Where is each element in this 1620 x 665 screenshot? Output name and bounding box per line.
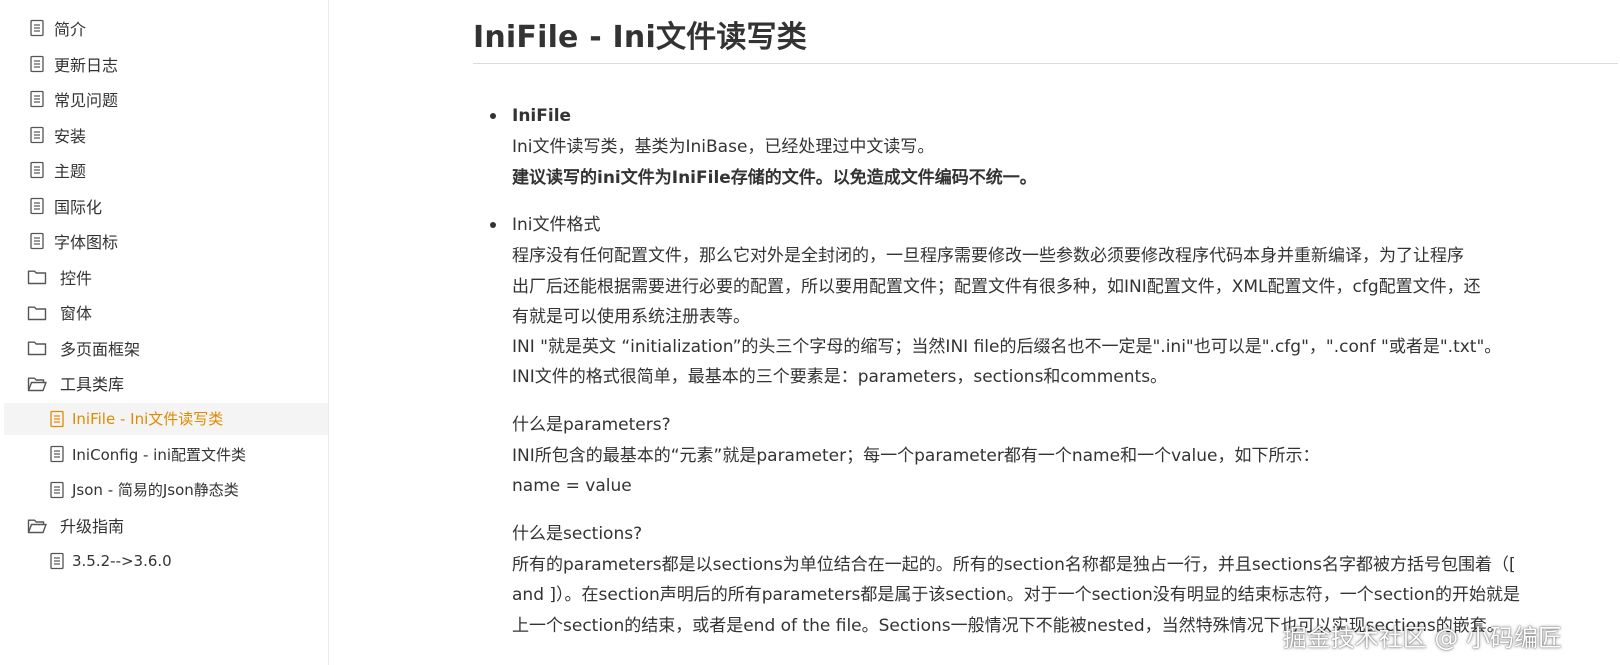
sidebar-item[interactable]: 字体图标 xyxy=(4,225,328,257)
watermark: 掘金技术社区 @ 小码编匠 xyxy=(1282,624,1562,652)
sidebar-item[interactable]: 窗体 xyxy=(4,296,328,328)
folder-icon xyxy=(26,301,48,323)
title-divider xyxy=(473,63,1618,64)
document-icon xyxy=(26,88,48,110)
subheading-parameters: 什么是parameters? xyxy=(512,415,671,435)
sidebar-item-label: IniFile - Ini文件读写类 xyxy=(72,410,224,428)
sidebar-item-label: 3.5.2-->3.6.0 xyxy=(72,551,172,570)
document-icon xyxy=(26,53,48,75)
paragraph-line: 程序没有任何配置文件，那么它对外是全封闭的，一旦程序需要修改一些参数必须要修改程… xyxy=(512,246,1464,266)
paragraph-line: Ini文件读写类，基类为IniBase，已经处理过中文读写。 xyxy=(512,137,935,157)
subheading-sections: 什么是sections? xyxy=(512,524,643,544)
document-icon xyxy=(46,443,68,465)
paragraph-line: and ]）。在section声明后的所有parameters都是属于该sect… xyxy=(512,585,1521,605)
main-content: IniFile - Ini文件读写类 IniFile Ini文件读写类，基类为I… xyxy=(473,0,1620,665)
code-example: name = value xyxy=(512,476,632,496)
document-icon xyxy=(46,408,68,430)
sidebar-item[interactable]: 多页面框架 xyxy=(4,332,328,364)
paragraph-line: 出厂后还能根据需要进行必要的配置，所以要用配置文件；配置文件有很多种，如INI配… xyxy=(512,277,1481,297)
section-heading-inifile: IniFile xyxy=(512,106,572,126)
paragraph-line: 有就是可以使用系统注册表等。 xyxy=(512,307,750,327)
sidebar-item[interactable]: 安装 xyxy=(4,119,328,151)
document-icon xyxy=(26,230,48,252)
document-icon xyxy=(46,550,68,572)
sidebar-item[interactable]: 3.5.2-->3.6.0 xyxy=(4,545,328,577)
sidebar-item-label: 常见问题 xyxy=(54,91,119,110)
sidebar-item-label: 工具类库 xyxy=(60,375,125,394)
sidebar-item-label: 多页面框架 xyxy=(60,339,141,359)
sidebar-item[interactable]: 升级指南 xyxy=(4,509,328,541)
folder-icon xyxy=(26,337,48,359)
sidebar-item-label: 主题 xyxy=(54,162,87,181)
sidebar-item[interactable]: Json - 简易的Json静态类 xyxy=(4,474,328,506)
sidebar-item[interactable]: 主题 xyxy=(4,154,328,186)
sidebar-item-label: 窗体 xyxy=(60,304,93,323)
paragraph-line: INI所包含的最基本的“元素”就是parameter；每一个parameter都… xyxy=(512,446,1320,466)
document-icon xyxy=(26,159,48,181)
sidebar-item-label: Json - 简易的Json静态类 xyxy=(72,481,239,499)
sidebar-item[interactable]: 更新日志 xyxy=(4,48,328,80)
document-icon xyxy=(26,124,48,146)
sidebar-item-label: 简介 xyxy=(54,20,87,39)
sidebar-item[interactable]: 国际化 xyxy=(4,190,328,222)
sidebar-item[interactable]: IniConfig - ini配置文件类 xyxy=(4,438,328,470)
folder-icon xyxy=(26,266,48,288)
document-icon xyxy=(26,17,48,39)
folder-open-icon xyxy=(26,372,48,394)
paragraph-line: 所有的parameters都是以sections为单位结合在一起的。所有的sec… xyxy=(512,555,1516,575)
document-icon xyxy=(26,195,48,217)
bullet-icon xyxy=(490,222,496,228)
sidebar-item-label: 升级指南 xyxy=(60,517,125,536)
sidebar-item-label: IniConfig - ini配置文件类 xyxy=(72,445,247,464)
paragraph-line: INI "就是英文 “initialization”的头三个字母的缩写；当然IN… xyxy=(512,337,1502,357)
sidebar-item[interactable]: 控件 xyxy=(4,261,328,293)
bullet-icon xyxy=(490,113,496,119)
sidebar-nav: 简介更新日志常见问题安装主题国际化字体图标控件窗体多页面框架工具类库 IniFil… xyxy=(0,0,329,665)
sidebar-item-label: 国际化 xyxy=(54,197,103,217)
section-heading-format: Ini文件格式 xyxy=(512,215,601,235)
sidebar-item-label: 更新日志 xyxy=(54,55,119,75)
paragraph-line-bold: 建议读写的ini文件为IniFile存储的文件。以免造成文件编码不统一。 xyxy=(512,168,1037,188)
sidebar-item[interactable]: 简介 xyxy=(4,12,328,44)
sidebar-item[interactable]: 工具类库 xyxy=(4,367,328,399)
document-icon xyxy=(46,479,68,501)
sidebar-item-label: 安装 xyxy=(54,126,87,146)
folder-open-icon xyxy=(26,514,48,536)
sidebar-item[interactable]: 常见问题 xyxy=(4,83,328,115)
sidebar-item[interactable]: IniFile - Ini文件读写类 xyxy=(4,402,328,435)
sidebar-item-label: 控件 xyxy=(60,268,93,288)
page-title: IniFile - Ini文件读写类 xyxy=(473,20,807,55)
paragraph-line: INI文件的格式很简单，最基本的三个要素是：parameters，section… xyxy=(512,367,1168,387)
sidebar-item-label: 字体图标 xyxy=(54,233,119,252)
